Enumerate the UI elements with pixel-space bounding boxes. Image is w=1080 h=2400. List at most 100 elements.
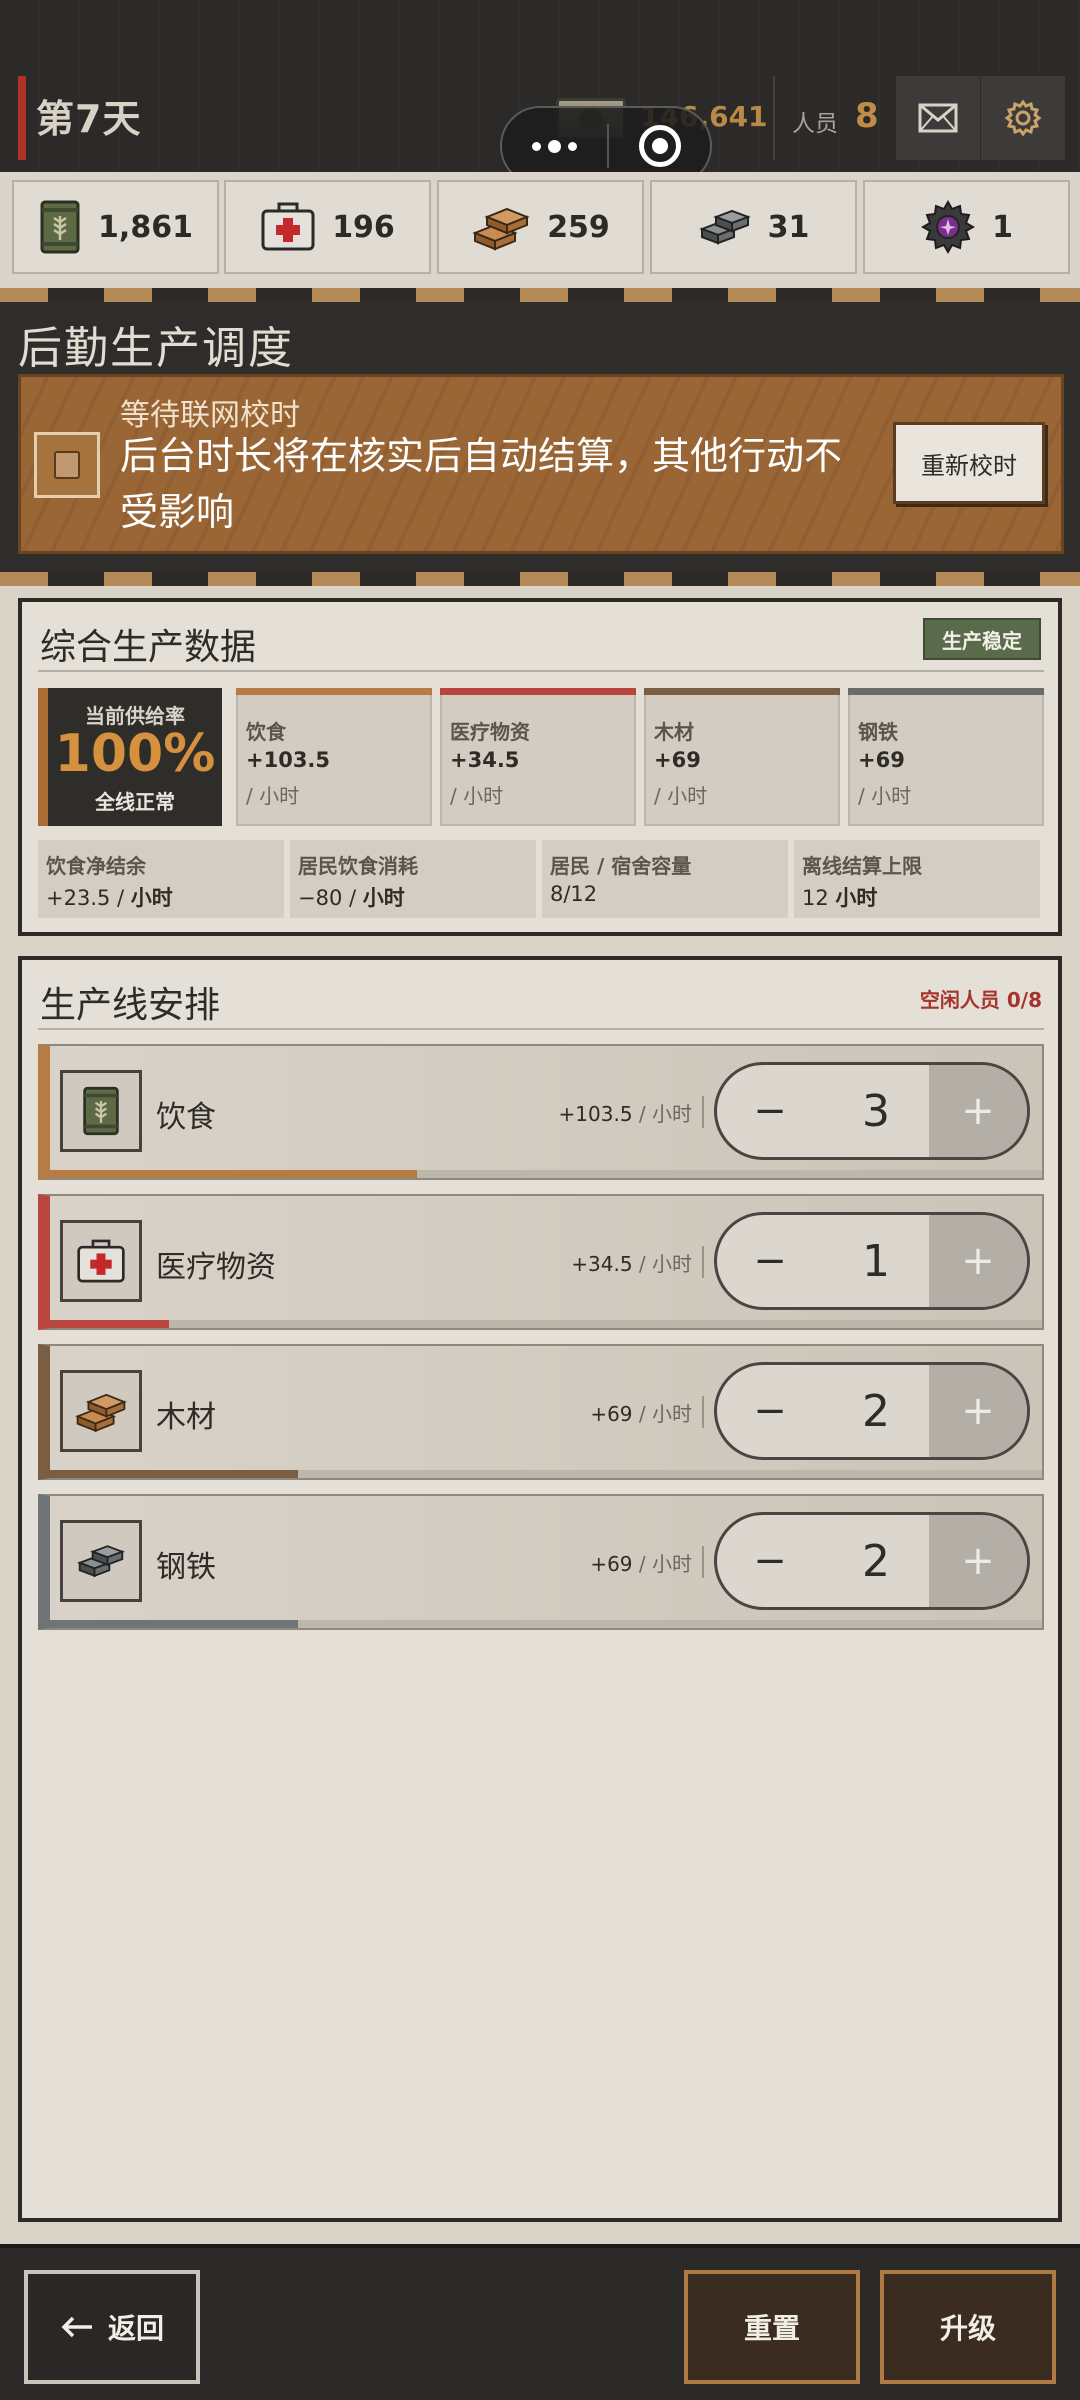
worker-stepper: − 2 +	[714, 1362, 1030, 1460]
stat-value: +23.5 / 小时	[46, 886, 173, 910]
rate-name: 饮食	[246, 720, 286, 744]
stat-name: 居民饮食消耗	[298, 854, 418, 878]
status-badge: 生产稳定	[923, 618, 1041, 660]
resource-gear-core[interactable]: 1	[863, 180, 1070, 274]
worker-count: 2	[862, 1385, 890, 1437]
decrease-button[interactable]: −	[717, 1065, 823, 1157]
increase-button[interactable]: +	[929, 1515, 1027, 1607]
rate-color-bar	[236, 688, 432, 695]
rate-unit: / 小时	[654, 784, 708, 808]
day-counter: 第7天	[36, 97, 142, 141]
decrease-button[interactable]: −	[717, 1215, 823, 1307]
reset-button[interactable]: 重置	[684, 2270, 860, 2384]
rate-value: +103.5	[246, 748, 331, 772]
stat-dorm-capacity: 居民 / 宿舍容量 8/12	[542, 840, 788, 918]
steel-ingot-icon	[77, 1545, 125, 1578]
worker-count: 1	[862, 1235, 890, 1287]
line-name: 木材	[156, 1400, 216, 1435]
progress-track	[50, 1320, 1042, 1328]
staff-label: 人员	[792, 111, 838, 137]
worker-stepper: − 3 +	[714, 1062, 1030, 1160]
resource-wood[interactable]: 259	[437, 180, 644, 274]
worker-count: 3	[862, 1085, 890, 1137]
notice-message: 后台时长将在核实后自动结算，其他行动不受影响	[120, 434, 843, 534]
dot-icon	[568, 141, 577, 151]
increase-button[interactable]: +	[929, 1215, 1027, 1307]
production-lines-title: 生产线安排	[40, 985, 221, 1026]
divider	[38, 1028, 1044, 1030]
line-rate: +103.5 / 小时	[558, 1102, 692, 1126]
decrease-button[interactable]: −	[717, 1365, 823, 1457]
line-icon-box	[60, 1220, 142, 1302]
rate-value: +69	[654, 748, 701, 772]
resync-time-button[interactable]: 重新校时	[893, 422, 1045, 504]
supply-rate-value: 100%	[54, 724, 216, 784]
stat-value: 12 小时	[802, 886, 878, 910]
rate-unit: / 小时	[246, 784, 300, 808]
stat-value: −80 / 小时	[298, 886, 405, 910]
logistics-title: 后勤生产调度	[18, 323, 294, 374]
resource-medical[interactable]: 196	[224, 180, 431, 274]
worker-stepper: − 2 +	[714, 1512, 1030, 1610]
rate-value: +34.5	[450, 748, 520, 772]
line-name: 钢铁	[156, 1550, 216, 1585]
progress-fill	[50, 1620, 298, 1628]
resource-steel[interactable]: 31	[650, 180, 857, 274]
increase-button[interactable]: +	[929, 1365, 1027, 1457]
resource-food[interactable]: 1,861	[12, 180, 219, 274]
rate-color-bar	[644, 688, 840, 695]
increase-button[interactable]: +	[929, 1065, 1027, 1157]
divider	[38, 670, 1044, 672]
upgrade-button[interactable]: 升级	[880, 2270, 1056, 2384]
document-icon	[34, 432, 100, 498]
first-aid-kit-icon	[261, 202, 315, 251]
stat-name: 离线结算上限	[802, 854, 922, 878]
progress-fill	[50, 1170, 418, 1178]
back-button[interactable]: 返回	[24, 2270, 200, 2384]
gear-core-amount: 1	[992, 209, 1013, 245]
day-accent-bar	[18, 76, 26, 160]
production-line-wood: 木材 +69 / 小时 − 2 +	[38, 1344, 1044, 1480]
progress-fill	[50, 1470, 298, 1478]
rate-color-bar	[440, 688, 636, 695]
steel-amount: 31	[767, 209, 810, 245]
rate-card-wood: 木材 +69 / 小时	[644, 688, 840, 826]
settings-button[interactable]	[981, 76, 1065, 160]
header-divider	[773, 76, 775, 160]
stat-name: 居民 / 宿舍容量	[550, 854, 692, 878]
line-rate: +69 / 小时	[590, 1402, 692, 1426]
line-rate: +69 / 小时	[590, 1552, 692, 1576]
staff-count: 8	[855, 96, 879, 136]
mail-button[interactable]	[896, 76, 980, 160]
hazard-stripe	[0, 572, 1080, 586]
target-circle-icon	[638, 125, 681, 167]
rate-name: 医疗物资	[450, 720, 530, 744]
stat-offline-limit: 离线结算上限 12 小时	[794, 840, 1040, 918]
dot-icon	[532, 141, 541, 151]
gear-icon	[1004, 99, 1042, 137]
supply-status: 全线正常	[95, 790, 175, 814]
grain-can-icon	[40, 200, 80, 254]
food-amount: 1,861	[98, 209, 193, 245]
idle-staff-counter: 空闲人员 0/8	[919, 988, 1042, 1012]
line-divider	[702, 1096, 704, 1128]
progress-fill	[50, 1320, 170, 1328]
production-line-medical: 医疗物资 +34.5 / 小时 − 1 +	[38, 1194, 1044, 1330]
gear-core-icon	[921, 199, 976, 255]
hazard-stripe	[0, 288, 1080, 302]
stat-food-consumption: 居民饮食消耗 −80 / 小时	[290, 840, 536, 918]
steel-ingot-icon	[698, 209, 751, 245]
worker-count: 2	[862, 1535, 890, 1587]
worker-stepper: − 1 +	[714, 1212, 1030, 1310]
rate-unit: / 小时	[858, 784, 912, 808]
line-divider	[702, 1396, 704, 1428]
stat-food-net: 饮食净结余 +23.5 / 小时	[38, 840, 284, 918]
rate-name: 木材	[654, 720, 694, 744]
progress-track	[50, 1470, 1042, 1478]
decrease-button[interactable]: −	[717, 1515, 823, 1607]
wood-planks-icon	[75, 1393, 127, 1433]
rate-card-steel: 钢铁 +69 / 小时	[848, 688, 1044, 826]
medical-amount: 196	[332, 209, 395, 245]
grain-can-icon	[83, 1086, 119, 1136]
rate-color-bar	[848, 688, 1044, 695]
